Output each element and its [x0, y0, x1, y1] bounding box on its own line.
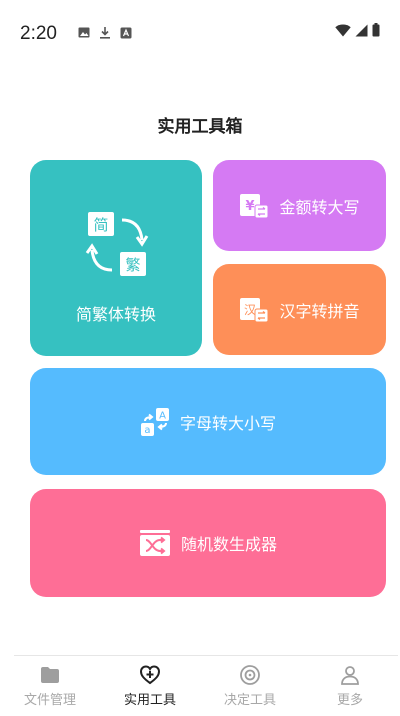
traditional-glyph: 繁 — [125, 256, 140, 274]
simplified-glyph: 简 — [93, 216, 108, 234]
tab-file-manager[interactable]: 文件管理 — [0, 656, 100, 716]
status-time: 2:20 — [20, 23, 57, 44]
status-bar: 2:20 — [0, 0, 400, 60]
tab-label-utility-tools: 实用工具 — [123, 693, 176, 708]
letter-case-label: 字母转大小写 — [179, 413, 276, 433]
hanzi-convert-icon: 汉 — [240, 297, 269, 322]
tab-label-file-manager: 文件管理 — [23, 693, 76, 708]
amount-uppercase-card[interactable]: ¥ 金额转大写 — [213, 160, 386, 251]
random-number-card[interactable]: 随机数生成器 — [30, 489, 386, 597]
tab-more[interactable]: 更多 — [300, 656, 400, 716]
wifi-icon — [335, 24, 351, 36]
fanjian-convert-icon: 简 繁 — [85, 212, 149, 276]
download-icon — [100, 27, 110, 39]
fanjian-convert-card[interactable]: 简 繁 简繁体转换 — [30, 160, 202, 356]
heart-plus-icon — [139, 665, 161, 685]
letter-case-icon: A a — [140, 407, 169, 436]
yuan-glyph: ¥ — [246, 199, 255, 214]
pinyin-convert-card[interactable]: 汉 汉字转拼音 — [213, 264, 386, 355]
battery-icon — [372, 23, 380, 37]
page-title: 实用工具箱 — [157, 117, 243, 137]
yuan-convert-icon: ¥ — [240, 193, 269, 218]
bottom-tab-bar: 文件管理 实用工具 决定工具 更多 — [0, 656, 400, 716]
font-icon — [120, 27, 132, 38]
letter-case-card[interactable]: A a 字母转大小写 — [30, 368, 386, 475]
person-icon — [341, 666, 359, 685]
uppercase-glyph: A — [159, 410, 166, 421]
signal-icon — [355, 24, 368, 36]
tab-utility-tools[interactable]: 实用工具 — [100, 656, 200, 716]
notification-icons — [78, 26, 132, 39]
hanzi-glyph: 汉 — [244, 303, 256, 317]
random-number-label: 随机数生成器 — [180, 535, 277, 554]
pinyin-convert-label: 汉字转拼音 — [279, 301, 360, 321]
target-icon — [240, 665, 260, 685]
fanjian-convert-label: 简繁体转换 — [75, 305, 156, 324]
system-icons — [335, 23, 380, 37]
image-icon — [78, 27, 90, 38]
tab-decision-tools[interactable]: 决定工具 — [200, 656, 300, 716]
amount-uppercase-label: 金额转大写 — [279, 197, 360, 217]
folder-icon — [41, 667, 59, 683]
lowercase-glyph: a — [144, 425, 150, 436]
tab-label-decision-tools: 决定工具 — [223, 693, 276, 708]
shuffle-icon — [139, 530, 170, 556]
tab-label-more: 更多 — [336, 693, 363, 708]
